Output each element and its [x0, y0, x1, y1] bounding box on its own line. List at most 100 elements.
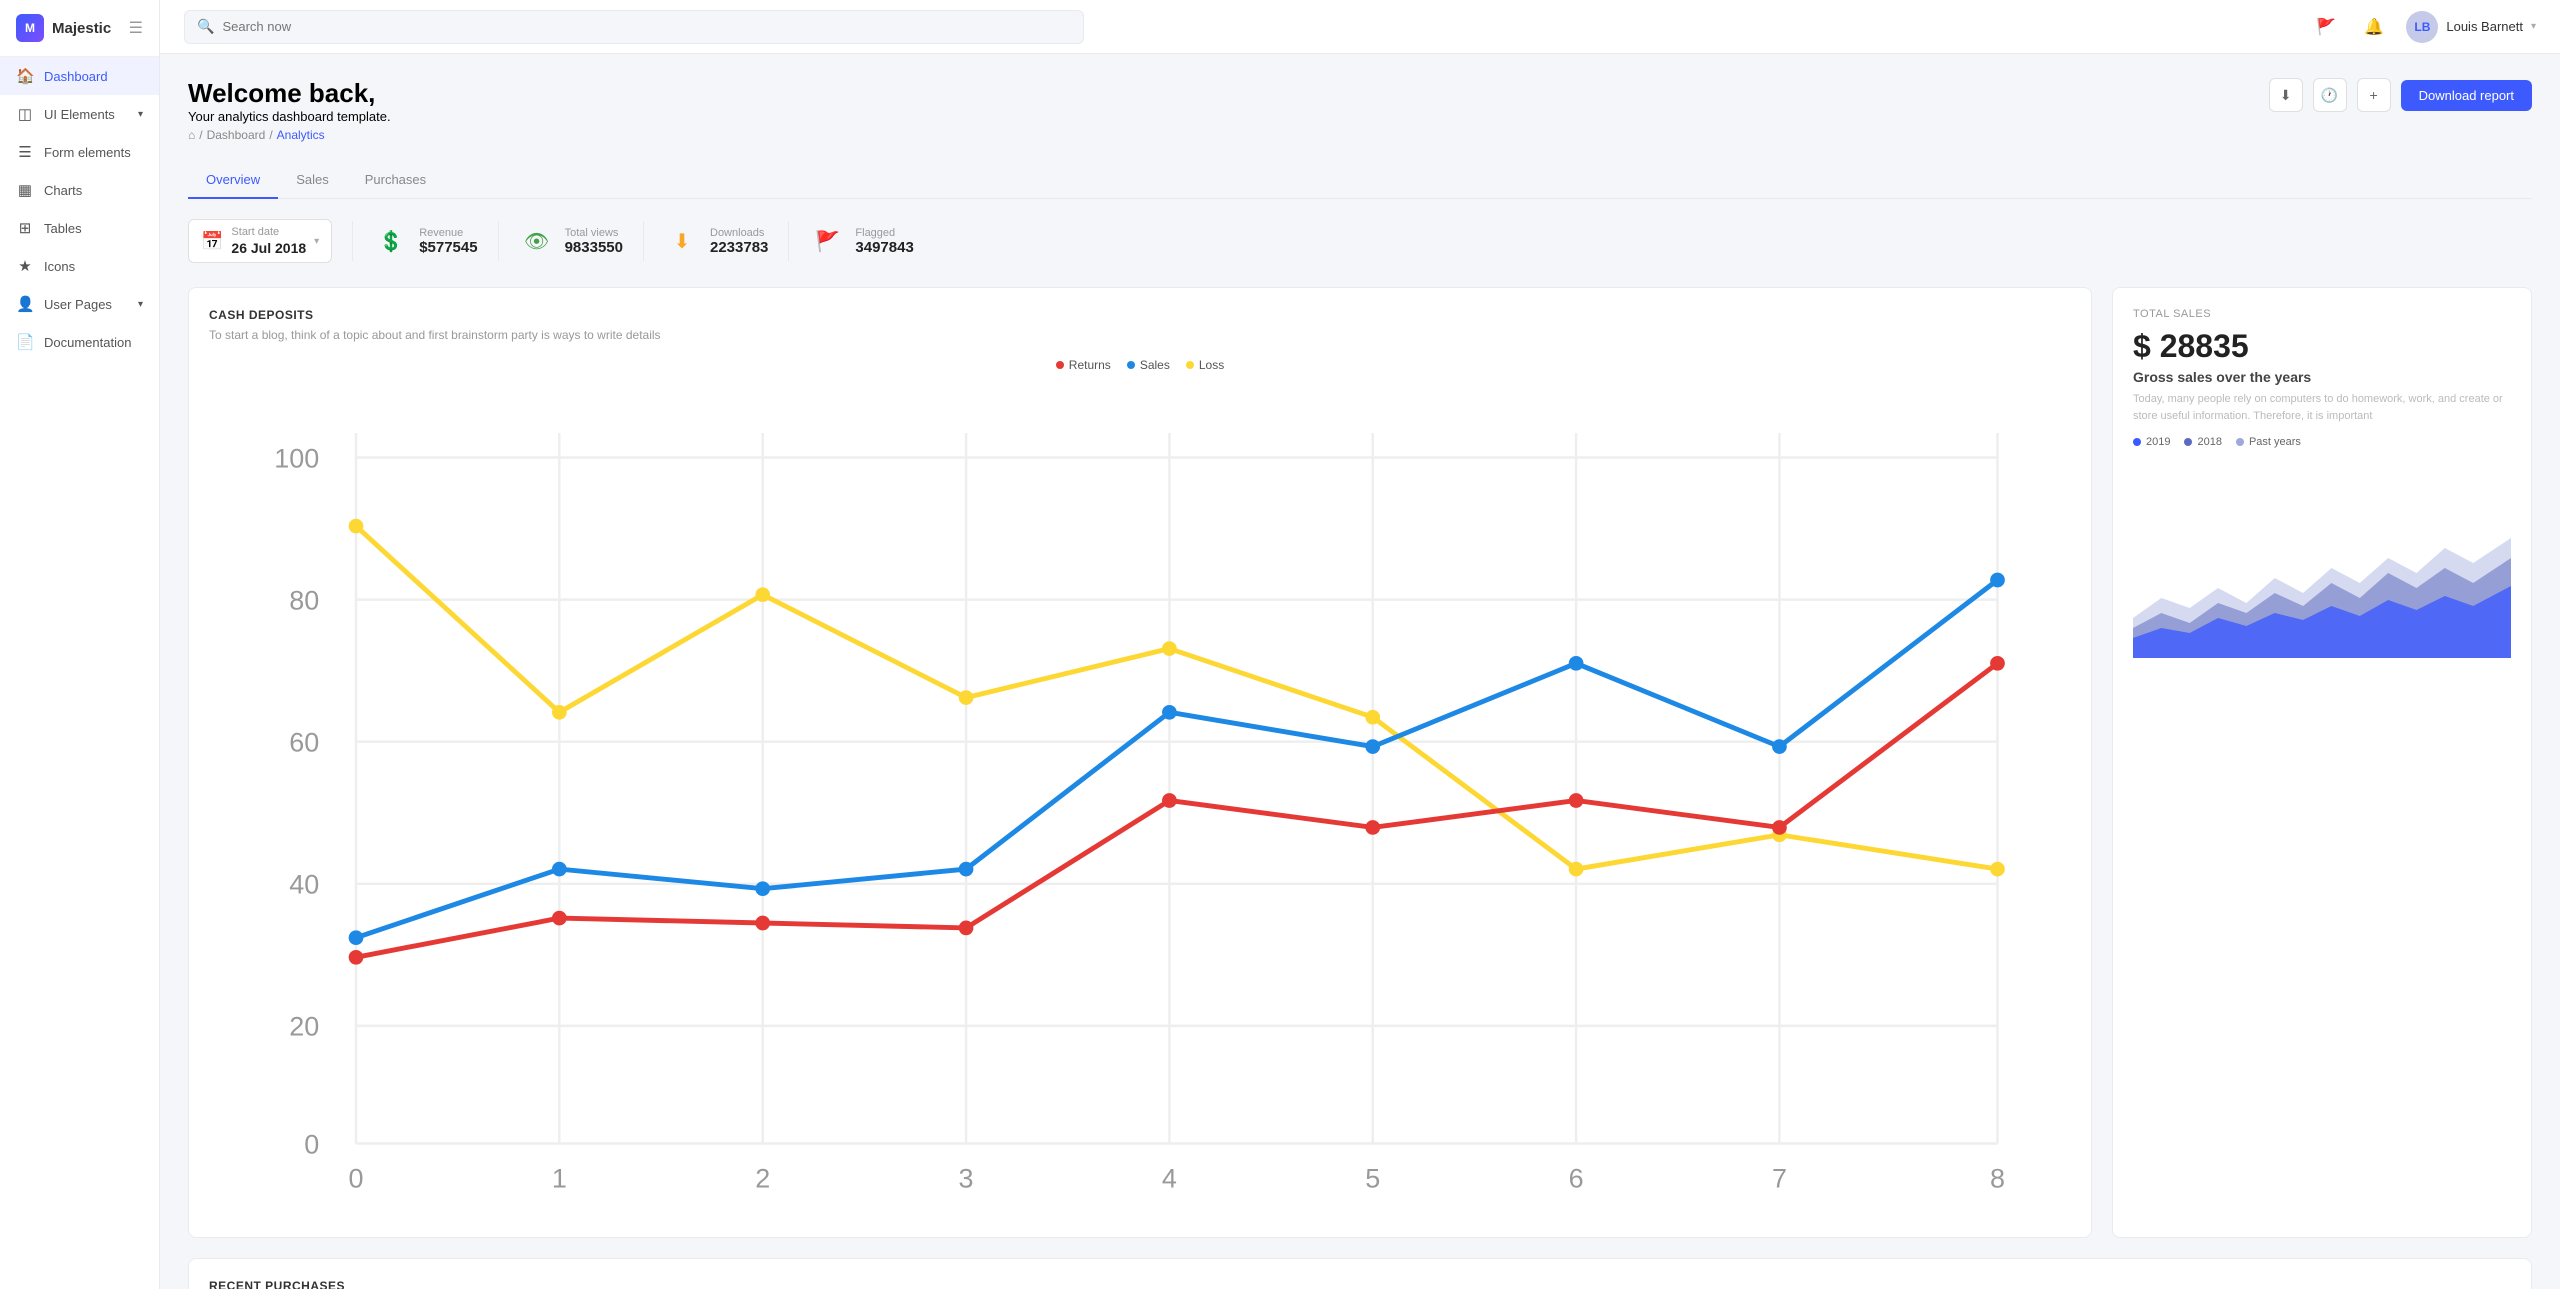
logo-area: M Majestic ☰	[0, 0, 159, 57]
tab-overview[interactable]: Overview	[188, 162, 278, 199]
sidebar-item-label: Charts	[44, 183, 82, 198]
avatar: LB	[2406, 11, 2438, 43]
svg-text:60: 60	[289, 728, 319, 758]
user-info[interactable]: LB Louis Barnett ▾	[2406, 11, 2536, 43]
clock-icon-button[interactable]: 🕐	[2313, 78, 2347, 112]
filter-icon[interactable]: ☰	[129, 18, 143, 38]
downloads-icon: ⬇	[664, 223, 700, 259]
svg-text:3: 3	[959, 1164, 974, 1194]
legend-2019-label: 2019	[2146, 436, 2170, 448]
start-date-label: Start date	[231, 226, 306, 238]
sidebar-item-user-pages[interactable]: 👤 User Pages ▾	[0, 285, 159, 323]
svg-text:5: 5	[1365, 1164, 1380, 1194]
breadcrumb-separator: /	[199, 128, 202, 142]
returns-dot	[1056, 361, 1064, 369]
svg-text:40: 40	[289, 870, 319, 900]
flagged-value: 3497843	[855, 239, 913, 256]
stat-divider	[498, 221, 499, 261]
page-title: Welcome back,	[188, 78, 391, 109]
main-area: 🔍 🚩 🔔 LB Louis Barnett ▾ Welcome back, Y…	[160, 0, 2560, 1289]
flag-icon[interactable]: 🚩	[2310, 11, 2342, 43]
bell-icon[interactable]: 🔔	[2358, 11, 2390, 43]
legend-sales-label: Sales	[1140, 358, 1170, 372]
sidebar-item-tables[interactable]: ⊞ Tables	[0, 209, 159, 247]
sidebar-item-dashboard[interactable]: 🏠 Dashboard	[0, 57, 159, 95]
plus-icon-button[interactable]: +	[2357, 78, 2391, 112]
start-date-widget[interactable]: 📅 Start date 26 Jul 2018 ▾	[188, 219, 332, 263]
search-input[interactable]	[222, 19, 1071, 34]
sidebar-item-label: Tables	[44, 221, 82, 236]
sidebar-item-ui-elements[interactable]: ◫ UI Elements ▾	[0, 95, 159, 133]
home-icon: 🏠	[16, 67, 34, 85]
revenue-icon: 💲	[373, 223, 409, 259]
recent-purchases-title: RECENT PURCHASES	[209, 1279, 2511, 1289]
cash-deposits-title: CASH DEPOSITS	[209, 308, 2071, 322]
flagged-icon: 🚩	[809, 223, 845, 259]
calendar-icon: 📅	[201, 231, 223, 252]
revenue-value: $577545	[419, 239, 477, 256]
svg-text:100: 100	[274, 443, 319, 473]
sidebar-item-label: UI Elements	[44, 107, 115, 122]
cash-deposits-card: CASH DEPOSITS To start a blog, think of …	[188, 287, 2092, 1238]
legend-past-years: Past years	[2236, 436, 2301, 448]
sidebar-item-documentation[interactable]: 📄 Documentation	[0, 323, 159, 361]
legend-2019-dot	[2133, 438, 2141, 446]
svg-text:8: 8	[1990, 1164, 2005, 1194]
breadcrumb-parent: Dashboard	[207, 128, 266, 142]
download-report-button[interactable]: Download report	[2401, 80, 2532, 111]
form-icon: ☰	[16, 143, 34, 161]
svg-text:7: 7	[1772, 1164, 1787, 1194]
revenue-label: Revenue	[419, 227, 477, 239]
download-icon-button[interactable]: ⬇	[2269, 78, 2303, 112]
search-icon: 🔍	[197, 18, 214, 35]
legend-returns-label: Returns	[1069, 358, 1111, 372]
start-date-value: 26 Jul 2018	[231, 240, 306, 256]
svg-text:80: 80	[289, 585, 319, 615]
legend-sales: Sales	[1127, 358, 1170, 372]
svg-text:20: 20	[289, 1012, 319, 1042]
topbar: 🔍 🚩 🔔 LB Louis Barnett ▾	[160, 0, 2560, 54]
legend-past-dot	[2236, 438, 2244, 446]
sales-desc-text: Today, many people rely on computers to …	[2133, 391, 2511, 424]
downloads-label: Downloads	[710, 227, 768, 239]
bottom-section: RECENT PURCHASES	[188, 1258, 2532, 1289]
svg-text:1: 1	[552, 1164, 567, 1194]
doc-icon: 📄	[16, 333, 34, 351]
downloads-value: 2233783	[710, 239, 768, 256]
legend-2018-label: 2018	[2197, 436, 2221, 448]
content-area: Welcome back, Your analytics dashboard t…	[160, 54, 2560, 1289]
sidebar-item-form-elements[interactable]: ☰ Form elements	[0, 133, 159, 171]
chevron-down-icon: ▾	[314, 236, 319, 247]
logo-icon: M	[16, 14, 44, 42]
recent-purchases-card: RECENT PURCHASES	[188, 1258, 2532, 1289]
svg-text:0: 0	[304, 1129, 319, 1159]
revenue-stat: 💲 Revenue $577545	[373, 223, 477, 259]
tabs: Overview Sales Purchases	[188, 162, 2532, 199]
sales-dot	[1127, 361, 1135, 369]
total-sales-card: TOTAL SALES $ 28835 Gross sales over the…	[2112, 287, 2532, 1238]
sidebar-item-label: Icons	[44, 259, 75, 274]
sidebar-item-charts[interactable]: ▦ Charts	[0, 171, 159, 209]
legend-past-label: Past years	[2249, 436, 2301, 448]
logo-text: Majestic	[52, 20, 111, 37]
sales-legend: 2019 2018 Past years	[2133, 436, 2511, 448]
loss-dot	[1186, 361, 1194, 369]
sidebar-item-icons[interactable]: ★ Icons	[0, 247, 159, 285]
flagged-stat: 🚩 Flagged 3497843	[809, 223, 913, 259]
views-icon: 👁	[519, 223, 555, 259]
tab-sales[interactable]: Sales	[278, 162, 347, 199]
tab-purchases[interactable]: Purchases	[347, 162, 444, 199]
search-bar[interactable]: 🔍	[184, 10, 1084, 44]
sidebar-item-label: Form elements	[44, 145, 131, 160]
header-actions: ⬇ 🕐 + Download report	[2269, 78, 2532, 112]
legend-loss-label: Loss	[1199, 358, 1224, 372]
breadcrumb-current: Analytics	[277, 128, 325, 142]
sidebar-item-label: Documentation	[44, 335, 131, 350]
sidebar-item-label: User Pages	[44, 297, 112, 312]
downloads-stat: ⬇ Downloads 2233783	[664, 223, 768, 259]
breadcrumb: ⌂ / Dashboard / Analytics	[188, 128, 391, 142]
sales-amount: $ 28835	[2133, 328, 2511, 365]
stat-divider	[352, 221, 353, 261]
cash-deposits-subtitle: To start a blog, think of a topic about …	[209, 328, 2071, 342]
breadcrumb-separator: /	[269, 128, 272, 142]
